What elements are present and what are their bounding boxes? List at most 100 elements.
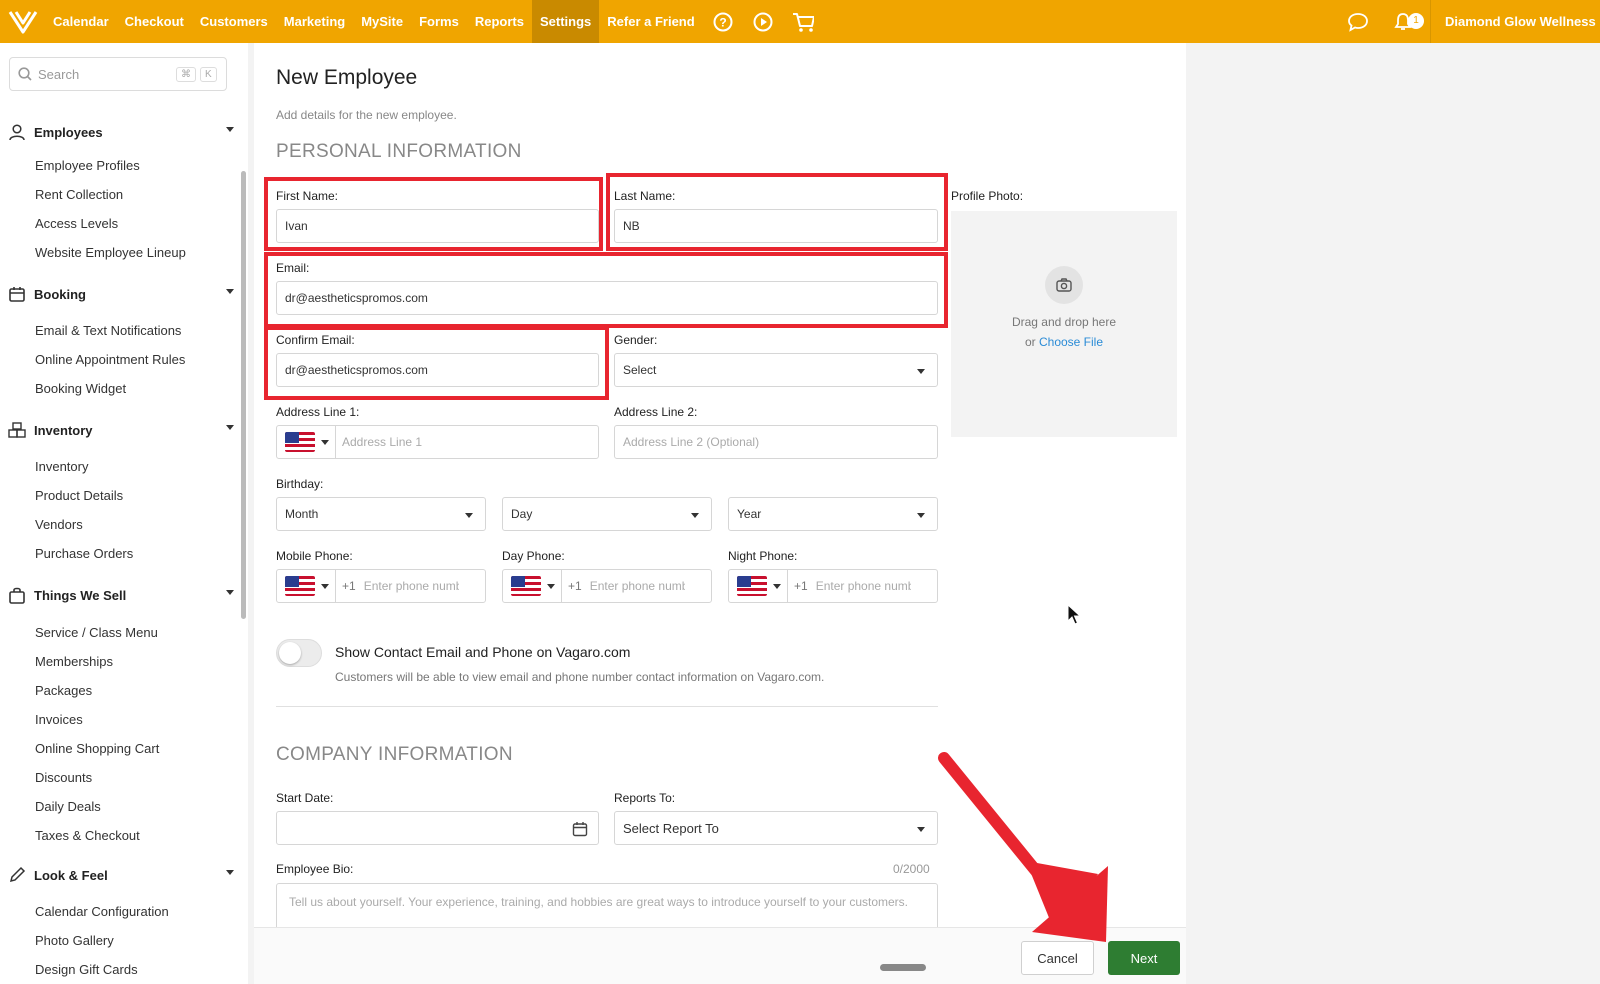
night-phone-label: Night Phone:: [728, 549, 798, 563]
chevron-down-icon[interactable]: [226, 127, 234, 132]
birthday-day-select[interactable]: Day: [502, 497, 712, 531]
sidebar-item-design-gift-cards[interactable]: Design Gift Cards: [35, 962, 138, 977]
sidebar-section-inventory[interactable]: Inventory: [8, 421, 240, 439]
nav-settings[interactable]: Settings: [531, 0, 600, 43]
sidebar-item-taxes-checkout[interactable]: Taxes & Checkout: [35, 828, 140, 843]
nav-calendar[interactable]: Calendar: [45, 0, 117, 43]
bag-icon: [9, 587, 25, 604]
phone-code: +1: [568, 579, 582, 593]
annotation-box-last-name: [606, 173, 948, 251]
photo-drag-text: Drag and drop here: [1011, 315, 1117, 329]
chevron-down-icon[interactable]: [226, 425, 234, 430]
reports-to-select[interactable]: Select Report To: [614, 811, 938, 845]
us-flag-icon: [737, 576, 767, 596]
sidebar-item-website-employee-lineup[interactable]: Website Employee Lineup: [35, 245, 186, 260]
help-icon[interactable]: ?: [712, 11, 734, 33]
settings-sidebar: Search ⌘ K Employees Employee Profiles R…: [0, 43, 248, 984]
nav-customers[interactable]: Customers: [192, 0, 276, 43]
drag-handle[interactable]: [880, 964, 926, 971]
sidebar-item-packages[interactable]: Packages: [35, 683, 92, 698]
mobile-phone-field[interactable]: +1 Enter phone numb: [276, 569, 486, 603]
vagaro-logo-icon[interactable]: [0, 0, 45, 43]
section-divider: [276, 706, 938, 707]
country-select[interactable]: [511, 570, 562, 602]
sidebar-section-look-feel[interactable]: Look & Feel: [8, 866, 240, 884]
sidebar-item-service-class-menu[interactable]: Service / Class Menu: [35, 625, 158, 640]
business-name-menu[interactable]: Diamond Glow Wellness Me: [1430, 0, 1600, 43]
play-video-icon[interactable]: [752, 11, 774, 33]
show-contact-toggle[interactable]: [276, 639, 322, 667]
sidebar-section-things-we-sell[interactable]: Things We Sell: [8, 586, 240, 604]
address2-field[interactable]: Address Line 2 (Optional): [614, 425, 938, 459]
nav-marketing[interactable]: Marketing: [276, 0, 353, 43]
chevron-down-icon[interactable]: [226, 590, 234, 595]
gender-label: Gender:: [614, 333, 658, 347]
us-flag-icon: [511, 576, 541, 596]
sidebar-item-invoices[interactable]: Invoices: [35, 712, 83, 727]
nav-refer-a-friend[interactable]: Refer a Friend: [599, 0, 702, 43]
nav-forms[interactable]: Forms: [411, 0, 467, 43]
choose-file-link[interactable]: Choose File: [1039, 335, 1103, 349]
sidebar-item-online-shopping-cart[interactable]: Online Shopping Cart: [35, 741, 159, 756]
country-select[interactable]: [285, 570, 336, 602]
cart-icon[interactable]: [792, 11, 814, 33]
birthday-month-select[interactable]: Month: [276, 497, 486, 531]
photo-or-text: or: [1024, 335, 1036, 349]
page-subtitle: Add details for the new employee.: [276, 108, 457, 122]
birthday-year-select[interactable]: Year: [728, 497, 938, 531]
day-phone-label: Day Phone:: [502, 549, 565, 563]
sidebar-search-input[interactable]: Search ⌘ K: [9, 57, 227, 91]
profile-photo-label: Profile Photo:: [951, 189, 1024, 203]
country-select[interactable]: [737, 570, 788, 602]
night-phone-field[interactable]: +1 Enter phone numb: [728, 569, 938, 603]
calendar-icon[interactable]: [572, 821, 588, 837]
chevron-down-icon[interactable]: [226, 289, 234, 294]
sidebar-item-product-details[interactable]: Product Details: [35, 488, 123, 503]
sidebar-item-purchase-orders[interactable]: Purchase Orders: [35, 546, 133, 561]
sidebar-section-booking[interactable]: Booking: [8, 285, 240, 303]
sidebar-item-daily-deals[interactable]: Daily Deals: [35, 799, 101, 814]
sidebar-item-employee-profiles[interactable]: Employee Profiles: [35, 158, 140, 173]
start-date-field[interactable]: [276, 811, 599, 845]
show-contact-label: Show Contact Email and Phone on Vagaro.c…: [335, 644, 631, 660]
day-phone-field[interactable]: +1 Enter phone numb: [502, 569, 712, 603]
sidebar-item-rent-collection[interactable]: Rent Collection: [35, 187, 123, 202]
boxes-icon: [8, 422, 26, 438]
sidebar-item-photo-gallery[interactable]: Photo Gallery: [35, 933, 114, 948]
calendar-icon: [9, 287, 25, 302]
sidebar-item-booking-widget[interactable]: Booking Widget: [35, 381, 126, 396]
sidebar-item-email-text-notifications[interactable]: Email & Text Notifications: [35, 323, 181, 338]
nav-reports[interactable]: Reports: [467, 0, 532, 43]
mouse-cursor-icon: [1067, 604, 1081, 625]
bio-char-count: 0/2000: [893, 862, 930, 876]
annotation-box-email: [264, 252, 948, 328]
us-flag-icon: [285, 576, 315, 596]
sidebar-section-employees[interactable]: Employees: [8, 123, 240, 141]
nav-mysite[interactable]: MySite: [353, 0, 411, 43]
person-icon: [9, 124, 25, 141]
chevron-down-icon: [773, 583, 781, 589]
profile-photo-dropzone[interactable]: Drag and drop here or Choose File: [951, 211, 1177, 437]
sidebar-item-inventory[interactable]: Inventory: [35, 459, 88, 474]
chat-icon[interactable]: [1347, 11, 1369, 33]
sidebar-item-calendar-configuration[interactable]: Calendar Configuration: [35, 904, 169, 919]
us-flag-icon: [285, 432, 315, 452]
sidebar-section-label: Things We Sell: [34, 587, 127, 603]
phone-placeholder: Enter phone numb: [363, 579, 459, 593]
gender-select[interactable]: Select: [614, 353, 938, 387]
sidebar-item-discounts[interactable]: Discounts: [35, 770, 92, 785]
address1-field[interactable]: Address Line 1: [276, 425, 599, 459]
annotation-box-confirm-email: [264, 326, 609, 400]
sidebar-item-vendors[interactable]: Vendors: [35, 517, 83, 532]
sidebar-item-online-appointment-rules[interactable]: Online Appointment Rules: [35, 352, 185, 367]
country-select[interactable]: [285, 426, 336, 458]
sidebar-item-memberships[interactable]: Memberships: [35, 654, 113, 669]
notification-bell-icon[interactable]: 1: [1392, 11, 1424, 33]
sidebar-scrollbar[interactable]: [241, 171, 246, 619]
nav-checkout[interactable]: Checkout: [117, 0, 192, 43]
chevron-down-icon: [321, 583, 329, 589]
employee-bio-textarea[interactable]: Tell us about yourself. Your experience,…: [276, 883, 938, 933]
sidebar-item-access-levels[interactable]: Access Levels: [35, 216, 118, 231]
chevron-down-icon[interactable]: [226, 870, 234, 875]
search-icon: [18, 67, 32, 81]
